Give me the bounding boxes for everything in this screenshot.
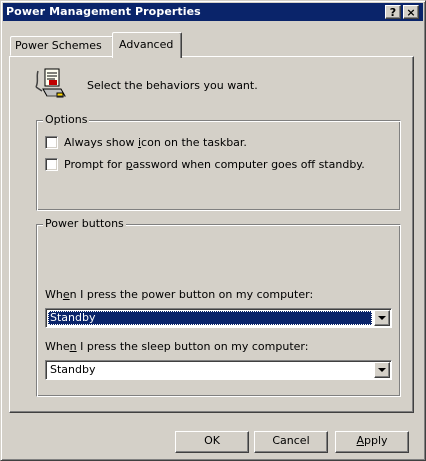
power-properties-icon bbox=[33, 67, 73, 103]
checkbox-box[interactable] bbox=[45, 136, 58, 149]
ok-button[interactable]: OK bbox=[175, 431, 249, 453]
apply-button[interactable]: Apply bbox=[335, 431, 409, 453]
checkbox-label[interactable]: Prompt for password when computer goes o… bbox=[64, 158, 365, 171]
cancel-button[interactable]: Cancel bbox=[254, 431, 328, 453]
tab-power-schemes[interactable]: Power Schemes bbox=[10, 36, 114, 56]
close-button[interactable]: × bbox=[403, 5, 419, 19]
chevron-down-icon[interactable] bbox=[374, 362, 390, 378]
title-bar[interactable]: Power Management Properties ? × bbox=[3, 3, 423, 21]
power-button-select[interactable]: Standby bbox=[45, 308, 392, 328]
options-legend: Options bbox=[43, 113, 90, 127]
sleep-button-select[interactable]: Standby bbox=[45, 360, 392, 380]
chevron-down-icon[interactable] bbox=[374, 310, 390, 326]
window-title: Power Management Properties bbox=[6, 5, 201, 18]
power-buttons-group: Power buttons When I press the power but… bbox=[36, 217, 401, 397]
sleep-button-value: Standby bbox=[50, 363, 96, 376]
help-button[interactable]: ? bbox=[385, 5, 401, 19]
checkbox-box[interactable] bbox=[45, 158, 58, 171]
tab-advanced[interactable]: Advanced bbox=[112, 32, 182, 58]
power-button-value: Standby bbox=[48, 311, 372, 325]
power-button-label: When I press the power button on my comp… bbox=[45, 288, 314, 301]
power-buttons-legend: Power buttons bbox=[43, 217, 126, 231]
checkbox-label[interactable]: Always show icon on the taskbar. bbox=[64, 136, 247, 149]
intro-text: Select the behaviors you want. bbox=[87, 79, 258, 92]
options-group: Options Always show icon on the taskbar.… bbox=[36, 113, 401, 211]
sleep-button-label: When I press the sleep button on my comp… bbox=[45, 340, 309, 353]
